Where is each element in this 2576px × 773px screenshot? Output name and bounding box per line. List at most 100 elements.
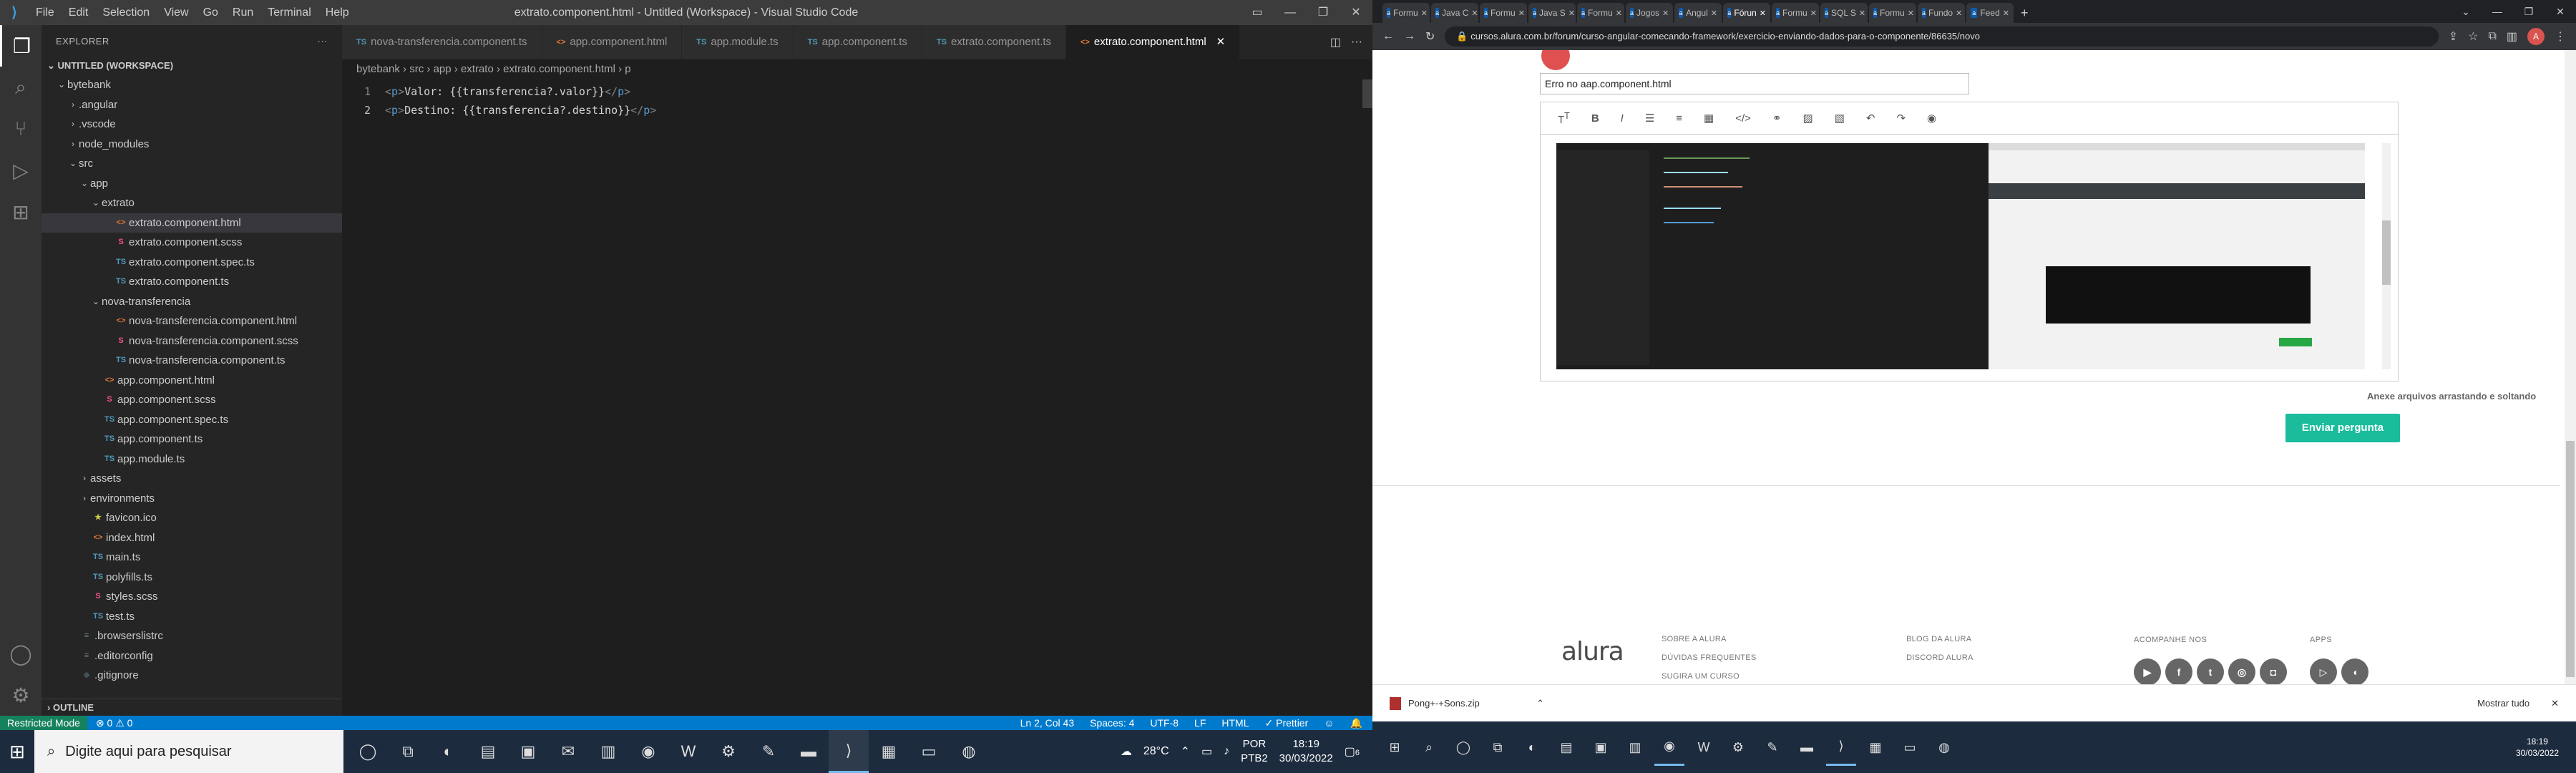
tree-item[interactable]: › .vscode — [42, 115, 342, 135]
more-actions-icon[interactable]: ··· — [1351, 36, 1362, 49]
image-upload-icon[interactable]: ▧ — [1835, 112, 1845, 125]
vscode-taskbar-icon[interactable]: ⟩ — [1826, 729, 1856, 766]
language-mode[interactable]: HTML — [1221, 717, 1249, 729]
tree-item[interactable]: ⌄ nova-transferencia — [42, 292, 342, 312]
settings-icon[interactable]: ⚙ — [1723, 729, 1753, 766]
tree-item[interactable]: ⌄ src — [42, 154, 342, 174]
tree-item[interactable]: ◆ .gitignore — [42, 666, 342, 686]
calculator-icon[interactable]: ▦ — [1860, 729, 1890, 766]
footer-link[interactable]: DÚVIDAS FREQUENTES — [1662, 648, 1787, 667]
end-of-line[interactable]: LF — [1194, 717, 1206, 729]
menu-selection[interactable]: Selection — [95, 0, 157, 25]
menu-edit[interactable]: Edit — [62, 0, 96, 25]
close-tab-icon[interactable]: ✕ — [1711, 9, 1717, 18]
tree-item[interactable]: Sapp.component.scss — [42, 390, 342, 410]
minimap-slider[interactable] — [1362, 79, 1372, 108]
tree-item[interactable]: TS app.component.ts — [42, 429, 342, 449]
extensions-icon[interactable]: ⊞ — [0, 191, 42, 233]
new-tab-icon[interactable]: + — [2021, 3, 2029, 23]
browser-tab[interactable]: a Angul ✕ — [1674, 3, 1722, 23]
numbered-list-icon[interactable]: ≡ — [1676, 112, 1682, 125]
tree-item[interactable]: <> extrato.component.html — [42, 213, 342, 233]
settings-icon[interactable]: ⚙ — [708, 730, 748, 773]
workspace-header[interactable]: ⌄ UNTITLED (WORKSPACE) — [42, 57, 342, 75]
mail-icon[interactable]: ✉ — [548, 730, 588, 773]
footer-link[interactable]: DISCORD ALURA — [1906, 648, 1974, 667]
bell-icon[interactable]: 🔔 — [1350, 717, 1362, 729]
close-tab-icon[interactable]: ✕ — [1859, 9, 1865, 18]
footer-link[interactable]: SOBRE A ALURA — [1662, 630, 1787, 648]
close-tab-icon[interactable]: ✕ — [1662, 9, 1669, 18]
twitter-icon[interactable]: t — [2197, 658, 2224, 686]
breadcrumb-item[interactable]: bytebank — [356, 63, 400, 75]
table-icon[interactable]: ▦ — [1704, 112, 1714, 125]
menu-file[interactable]: File — [29, 0, 62, 25]
facebook-icon[interactable]: f — [2165, 658, 2192, 686]
task-view-icon[interactable]: ⧉ — [388, 730, 428, 773]
close-tab-icon[interactable]: ✕ — [1421, 9, 1428, 18]
file-explorer-icon[interactable]: ▤ — [1551, 729, 1581, 766]
breadcrumb-item[interactable]: extrato — [461, 63, 494, 75]
browser-tab[interactable]: a Fórun ✕ — [1723, 3, 1770, 23]
game-icon[interactable]: ◍ — [1929, 729, 1959, 766]
tree-item[interactable]: ★ favicon.ico — [42, 508, 342, 528]
tree-item[interactable]: TS polyfills.ts — [42, 568, 342, 588]
app-icon[interactable]: ▬ — [1792, 729, 1822, 766]
search-icon[interactable]: ⌕ — [1414, 729, 1444, 766]
cortana-icon[interactable]: ◯ — [1448, 729, 1478, 766]
tree-item[interactable]: Snova-transferencia.component.scss — [42, 331, 342, 351]
instagram-icon[interactable]: ◘ — [2260, 658, 2287, 686]
close-tab-icon[interactable]: ✕ — [1471, 9, 1478, 18]
gear-icon[interactable]: ⚙ — [0, 674, 42, 716]
search-icon[interactable]: ⌕ — [0, 67, 42, 108]
prettier-status[interactable]: ✓ Prettier — [1265, 717, 1309, 729]
extensions-icon[interactable]: ⧉ — [2488, 30, 2496, 43]
windows-start-icon[interactable]: ⊞ — [1380, 729, 1410, 766]
apple-icon[interactable]: ◖ — [2341, 658, 2368, 686]
volume-icon[interactable]: ♪ — [1224, 745, 1229, 758]
close-button[interactable]: ✕ — [1340, 0, 1372, 25]
code-line[interactable]: 1 < p > Valor: {{transferencia?.valor}} </p > — [342, 82, 1372, 101]
breadcrumb-item[interactable]: src — [409, 63, 424, 75]
taskbar-clock[interactable]: 18:19 30/03/2022 — [2516, 736, 2576, 759]
notes-icon[interactable]: ✎ — [748, 730, 789, 773]
browser-tab[interactable]: a Formu ✕ — [1480, 3, 1527, 23]
question-title-input[interactable]: Erro no aap.component.html — [1540, 73, 1969, 94]
editor-tab[interactable]: TS extrato.component.ts — [922, 25, 1067, 59]
tree-item[interactable]: ⌄ bytebank — [42, 75, 342, 95]
tree-item[interactable]: TS nova-transferencia.component.ts — [42, 351, 342, 371]
breadcrumb-item[interactable]: p — [625, 63, 630, 75]
download-item[interactable]: Pong+-+Sons.zip ⌃ — [1372, 696, 1544, 710]
menu-icon[interactable]: ⋮ — [2555, 29, 2566, 44]
close-tab-icon[interactable]: ✕ — [1956, 9, 1962, 18]
tree-item[interactable]: <> nova-transferencia.component.html — [42, 311, 342, 331]
tab-search-icon[interactable]: ⌄ — [2450, 0, 2482, 23]
browser-tab[interactable]: a Java S ✕ — [1528, 3, 1576, 23]
word-icon[interactable]: W — [668, 730, 708, 773]
calculator-icon[interactable]: ▦ — [869, 730, 909, 773]
notifications-icon[interactable]: ▢6 — [1345, 744, 1360, 759]
weather-temp[interactable]: 28°C — [1143, 745, 1169, 758]
tree-item[interactable]: ⌄ app — [42, 174, 342, 194]
edge-icon[interactable]: ◐ — [428, 730, 468, 773]
tree-item[interactable]: TS extrato.component.spec.ts — [42, 253, 342, 273]
tree-item[interactable]: TS main.ts — [42, 548, 342, 568]
run-debug-icon[interactable]: ▷ — [0, 150, 42, 191]
store-icon[interactable]: ▣ — [1586, 729, 1616, 766]
files-icon[interactable]: ▥ — [1620, 729, 1650, 766]
sidepanel-icon[interactable]: ▥ — [2507, 29, 2517, 44]
account-icon[interactable]: ◯ — [0, 633, 42, 674]
edge-icon[interactable]: ◐ — [1517, 729, 1547, 766]
tree-item[interactable]: <> app.component.html — [42, 371, 342, 391]
tree-item[interactable]: › .angular — [42, 95, 342, 115]
editor-scroll-thumb[interactable] — [2382, 220, 2391, 285]
menu-run[interactable]: Run — [225, 0, 260, 25]
layout-icon[interactable]: ▭ — [1241, 0, 1274, 25]
taskbar-clock[interactable]: 18:19 30/03/2022 — [1279, 737, 1333, 766]
menu-view[interactable]: View — [157, 0, 195, 25]
network-icon[interactable]: ▭ — [1201, 744, 1212, 759]
close-tab-icon[interactable]: ✕ — [2003, 9, 2009, 18]
windows-start-icon[interactable]: ⊞ — [0, 730, 34, 773]
close-tab-icon[interactable]: ✕ — [1518, 9, 1525, 18]
menu-help[interactable]: Help — [318, 0, 356, 25]
